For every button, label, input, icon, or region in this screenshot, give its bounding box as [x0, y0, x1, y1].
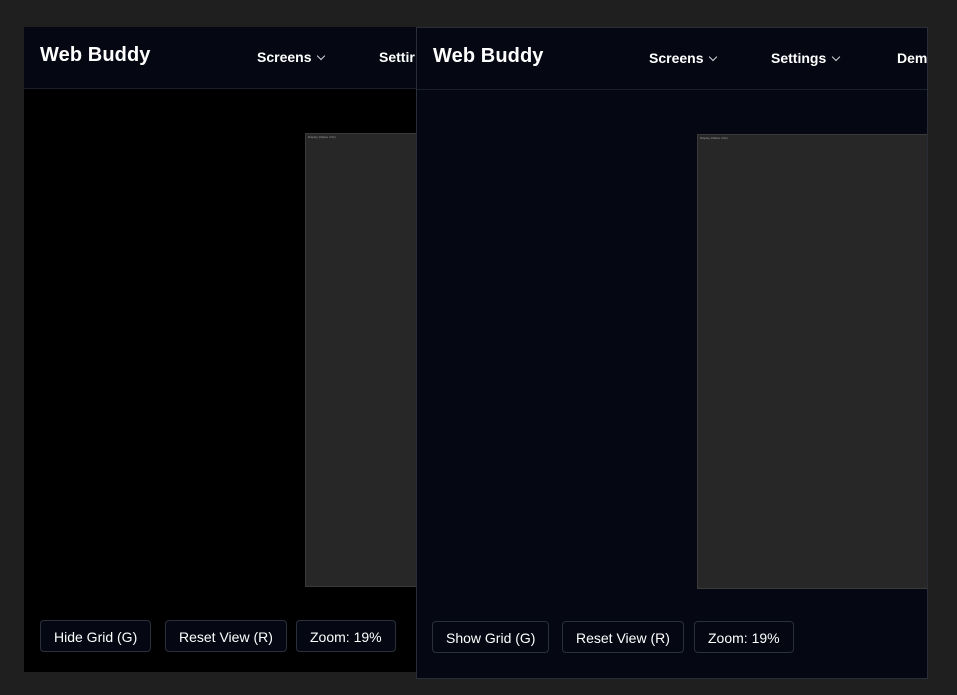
- toggle-grid-button[interactable]: Show Grid (G): [432, 621, 550, 653]
- left-app-window: Web Buddy Screens Settir Display (Native…: [24, 27, 416, 672]
- nav-screens-dropdown[interactable]: Screens: [257, 49, 326, 65]
- zoom-indicator[interactable]: Zoom: 19%: [694, 621, 794, 653]
- reset-view-button[interactable]: Reset View (R): [165, 620, 287, 652]
- reset-view-button[interactable]: Reset View (R): [562, 621, 684, 653]
- nav-demo-dropdown[interactable]: Dem: [897, 50, 927, 66]
- screen-preview-label: Display (Native 4.0s): [308, 135, 336, 139]
- screen-preview[interactable]: Display (Native 4.0s): [697, 134, 927, 589]
- screen-preview-label: Display (Native 4.0s): [700, 136, 728, 140]
- navbar: Web Buddy Screens Settings Dem: [417, 28, 927, 90]
- nav-settings-dropdown[interactable]: Settir: [379, 49, 415, 65]
- nav-settings-dropdown[interactable]: Settings: [771, 50, 841, 66]
- chevron-down-icon: [317, 51, 326, 61]
- zoom-indicator[interactable]: Zoom: 19%: [296, 620, 396, 652]
- brand-logo[interactable]: Web Buddy: [433, 45, 544, 68]
- nav-screens-dropdown[interactable]: Screens: [649, 50, 718, 66]
- toggle-grid-button[interactable]: Hide Grid (G): [40, 620, 152, 652]
- nav-settings-label: Settir: [379, 49, 415, 65]
- grid-canvas[interactable]: Display (Native 4.0s): [24, 89, 416, 672]
- nav-screens-label: Screens: [257, 49, 312, 65]
- grid-canvas[interactable]: Display (Native 4.0s): [417, 90, 927, 678]
- chevron-down-icon: [709, 52, 718, 62]
- nav-settings-label: Settings: [771, 50, 827, 66]
- nav-demo-label: Dem: [897, 50, 928, 66]
- nav-screens-label: Screens: [649, 50, 704, 66]
- right-app-window: Web Buddy Screens Settings Dem Display (…: [416, 27, 928, 679]
- brand-logo[interactable]: Web Buddy: [40, 44, 151, 67]
- screen-preview[interactable]: Display (Native 4.0s): [305, 133, 416, 587]
- chevron-down-icon: [831, 52, 841, 62]
- navbar: Web Buddy Screens Settir: [24, 27, 416, 89]
